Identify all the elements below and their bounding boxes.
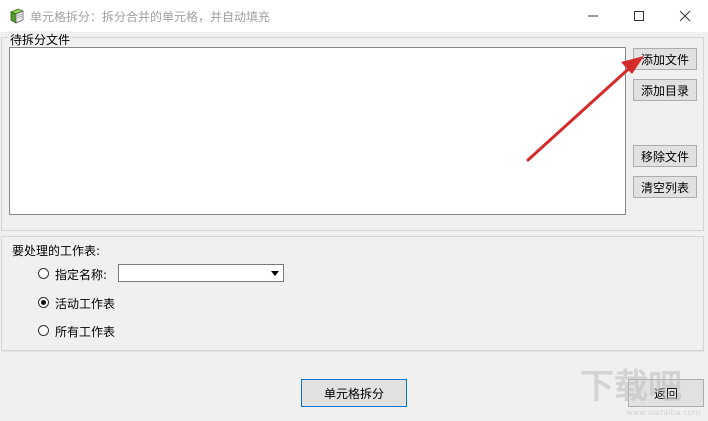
radio-all-sheets[interactable] [38, 325, 49, 336]
radio-named-sheet-label[interactable]: 指定名称: [55, 266, 107, 283]
dropdown-arrow-icon[interactable] [267, 265, 283, 281]
divider [1, 351, 704, 352]
split-cells-button[interactable]: 单元格拆分 [301, 379, 407, 407]
radio-named-sheet[interactable] [38, 268, 49, 279]
watermark-logo: 下载吧 www.xiazaiba.com [578, 362, 704, 418]
radio-active-sheet[interactable] [38, 297, 49, 308]
red-arrow-annotation [526, 56, 644, 162]
sheet-name-select[interactable] [118, 264, 284, 282]
svg-text:下载吧: 下载吧 [580, 367, 682, 407]
radio-all-sheets-label[interactable]: 所有工作表 [55, 323, 115, 340]
svg-text:www.xiazaiba.com: www.xiazaiba.com [626, 408, 700, 417]
radio-active-sheet-label[interactable]: 活动工作表 [55, 295, 115, 312]
sheets-heading: 要处理的工作表: [12, 244, 101, 258]
